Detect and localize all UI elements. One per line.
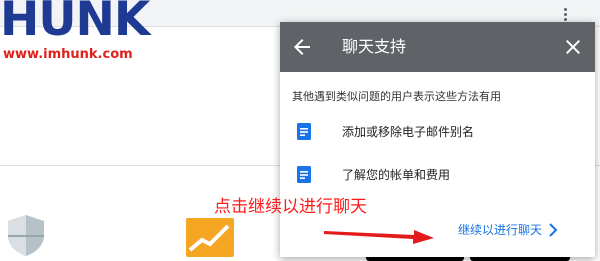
watermark: HUNK www.imhunk.com [0,0,160,76]
watermark-url: www.imhunk.com [3,47,133,62]
close-icon[interactable] [561,35,585,59]
article-label: 了解您的帐单和费用 [342,168,451,182]
panel-header: 聊天支持 [280,22,595,72]
chevron-right-icon [549,222,558,237]
continue-label: 继续以进行聊天 [458,223,543,237]
panel-title: 聊天支持 [342,37,407,56]
watermark-logo: HUNK [0,0,150,47]
suggestion-intro-text: 其他遇到类似问题的用户表示这些方法有用 [292,90,501,103]
continue-to-chat-button[interactable]: 继续以进行聊天 [458,219,558,239]
trend-chart-icon [186,218,234,257]
shield-icon [8,215,44,256]
article-label: 添加或移除电子邮件别名 [342,125,475,139]
annotation-text: 点击继续以进行聊天 [214,197,367,217]
document-icon [297,166,311,183]
article-link-email-alias[interactable]: 添加或移除电子邮件别名 [280,111,595,151]
red-arrow-annotation [324,230,434,244]
article-link-billing[interactable]: 了解您的帐单和费用 [280,154,595,194]
back-arrow-icon[interactable] [290,35,314,59]
document-icon [297,123,311,140]
